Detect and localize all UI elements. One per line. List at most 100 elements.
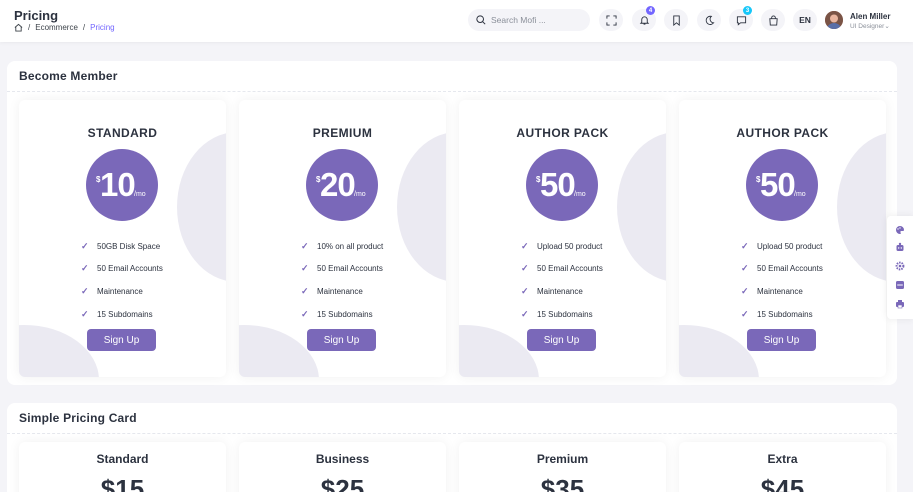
home-icon[interactable] — [14, 23, 23, 32]
feature-list: ✓ Upload 50 product ✓ 50 Email Accounts ✓ M… — [521, 235, 603, 325]
language-selector[interactable]: EN — [793, 9, 817, 31]
feature-item: ✓ 15 Subdomains — [81, 303, 163, 326]
printer-icon[interactable] — [895, 299, 905, 309]
check-icon: ✓ — [301, 285, 309, 296]
avatar[interactable] — [825, 11, 843, 29]
fullscreen-icon — [605, 14, 617, 26]
price-badge: $ 50 /mo — [746, 149, 818, 221]
feature-item: ✓ 50 Email Accounts — [741, 258, 823, 281]
card-price: $35 — [540, 474, 585, 492]
simple-pricing-panel: Simple Pricing Card Standard $15 Busines… — [7, 403, 897, 492]
feature-item: ✓ 50 Email Accounts — [81, 258, 163, 281]
plan-card: AUTHOR PACK $ 50 /mo ✓ Upload 50 product … — [679, 100, 886, 377]
search-icon — [476, 15, 486, 25]
feature-label: 50 Email Accounts — [317, 264, 383, 274]
feature-item: ✓ 15 Subdomains — [741, 303, 823, 326]
price-period: /mo — [354, 191, 366, 198]
feature-label: 50 Email Accounts — [757, 264, 823, 274]
price-amount: 10 — [100, 166, 136, 203]
feature-item: ✓ Upload 50 product — [521, 235, 603, 258]
user-role[interactable]: UI Designer⌄ — [850, 22, 890, 30]
moon-icon — [705, 15, 715, 25]
sign-up-button[interactable]: Sign Up — [87, 329, 156, 351]
price-amount: 20 — [320, 166, 356, 203]
feature-label: 15 Subdomains — [757, 309, 813, 319]
check-icon: ✓ — [301, 240, 309, 251]
sign-up-button[interactable]: Sign Up — [527, 329, 596, 351]
search-input[interactable] — [491, 15, 581, 25]
plan-name: STANDARD — [87, 126, 158, 140]
plan-card: STANDARD $ 10 /mo ✓ 50GB Disk Space ✓ 50 E… — [19, 100, 226, 377]
feature-label: 50 Email Accounts — [97, 264, 163, 274]
feature-item: ✓ 10% on all product — [301, 235, 383, 258]
check-icon: ✓ — [81, 285, 89, 296]
price-badge: $ 20 /mo — [306, 149, 378, 221]
breadcrumb-pricing: Pricing — [90, 23, 115, 32]
feature-label: 15 Subdomains — [537, 309, 593, 319]
bell-icon — [639, 15, 649, 25]
feature-label: Maintenance — [537, 286, 583, 296]
price-amount: 50 — [760, 166, 796, 203]
card-price: $15 — [100, 474, 145, 492]
user-name[interactable]: Alen Miller — [850, 12, 890, 21]
support-icon[interactable] — [895, 242, 905, 252]
gear-icon[interactable] — [895, 261, 905, 271]
plan-card: AUTHOR PACK $ 50 /mo ✓ Upload 50 product … — [459, 100, 666, 377]
sign-up-button[interactable]: Sign Up — [307, 329, 376, 351]
plan-name: PREMIUM — [312, 126, 373, 140]
feature-item: ✓ 15 Subdomains — [301, 303, 383, 326]
layout-icon[interactable] — [895, 280, 905, 290]
fullscreen-button[interactable] — [599, 9, 623, 31]
search-box[interactable] — [468, 9, 590, 31]
feature-label: 15 Subdomains — [97, 309, 153, 319]
check-icon: ✓ — [741, 240, 749, 251]
feature-item: ✓ Upload 50 product — [741, 235, 823, 258]
message-button[interactable]: 3 — [729, 6, 753, 31]
check-icon: ✓ — [741, 308, 749, 319]
become-member-panel: Become Member STANDARD $ 10 /mo ✓ 50GB Di… — [7, 61, 897, 385]
plan-card: PREMIUM $ 20 /mo ✓ 10% on all product ✓ 50… — [239, 100, 446, 377]
panel-title: Become Member — [7, 61, 897, 92]
check-icon: ✓ — [521, 240, 529, 251]
notification-button[interactable]: 4 — [632, 6, 656, 31]
card-plan-name: Business — [315, 452, 370, 466]
simple-price-card: Extra $45 — [679, 442, 886, 492]
price-period: /mo — [574, 191, 586, 198]
check-icon: ✓ — [301, 308, 309, 319]
message-icon — [736, 15, 746, 26]
breadcrumb-ecommerce[interactable]: Ecommerce — [35, 23, 78, 32]
breadcrumb: / Ecommerce / Pricing — [14, 23, 115, 32]
simple-price-card: Premium $35 — [459, 442, 666, 492]
feature-item: ✓ 50GB Disk Space — [81, 235, 163, 258]
check-icon: ✓ — [81, 308, 89, 319]
feature-label: Upload 50 product — [537, 241, 603, 251]
notification-badge: 4 — [646, 6, 655, 15]
feature-item: ✓ 50 Email Accounts — [301, 258, 383, 281]
breadcrumb-separator: / — [28, 23, 31, 32]
price-badge: $ 10 /mo — [86, 149, 158, 221]
feature-label: Maintenance — [757, 286, 803, 296]
feature-list: ✓ 50GB Disk Space ✓ 50 Email Accounts ✓ Mai… — [81, 235, 163, 325]
card-price: $25 — [320, 474, 365, 492]
feature-label: 15 Subdomains — [317, 309, 373, 319]
customizer-toolbar — [887, 216, 913, 319]
bookmark-button[interactable] — [664, 9, 688, 31]
breadcrumb-separator: / — [82, 23, 86, 32]
palette-icon[interactable] — [895, 225, 905, 235]
check-icon: ✓ — [521, 263, 529, 274]
panel-title: Simple Pricing Card — [7, 403, 897, 434]
cart-button[interactable] — [761, 9, 785, 31]
check-icon: ✓ — [741, 263, 749, 274]
check-icon: ✓ — [301, 263, 309, 274]
check-icon: ✓ — [741, 285, 749, 296]
card-plan-name: Premium — [536, 452, 589, 466]
price-badge: $ 50 /mo — [526, 149, 598, 221]
feature-label: Maintenance — [317, 286, 363, 296]
check-icon: ✓ — [81, 240, 89, 251]
feature-item: ✓ 50 Email Accounts — [521, 258, 603, 281]
dark-mode-button[interactable] — [697, 9, 721, 31]
sign-up-button[interactable]: Sign Up — [747, 329, 816, 351]
feature-label: 50GB Disk Space — [97, 241, 161, 251]
card-price: $45 — [760, 474, 805, 492]
feature-list: ✓ Upload 50 product ✓ 50 Email Accounts ✓ M… — [741, 235, 823, 325]
